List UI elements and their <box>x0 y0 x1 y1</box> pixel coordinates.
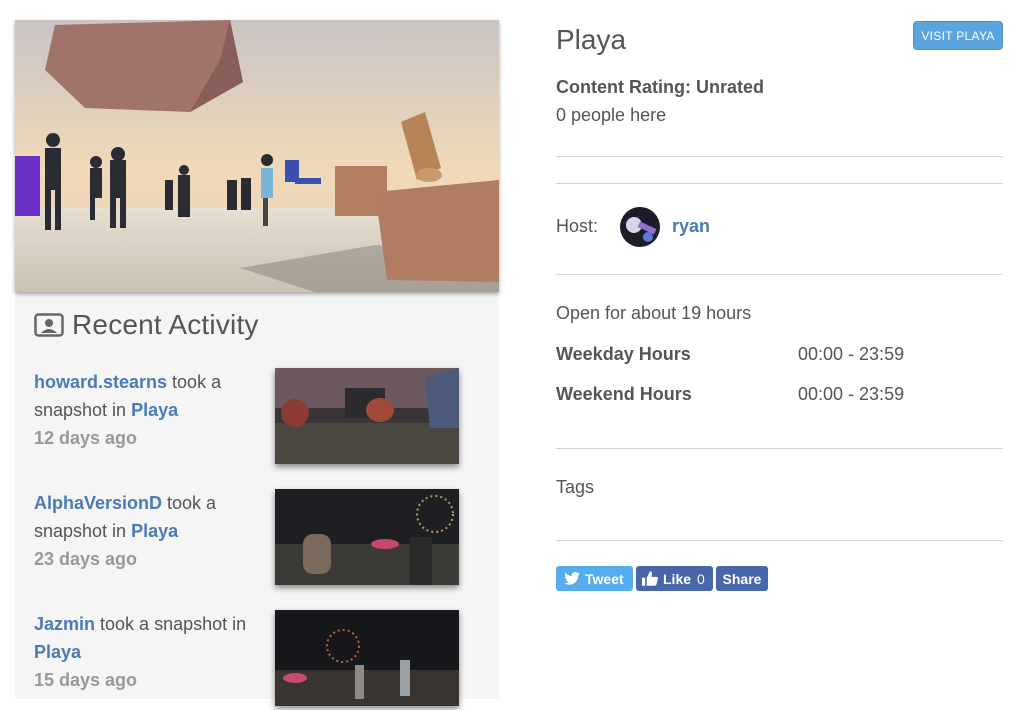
activity-time: 15 days ago <box>34 670 138 690</box>
avatar[interactable] <box>620 207 660 247</box>
activity-user-link[interactable]: AlphaVersionD <box>34 493 162 513</box>
weekday-hours-value: 00:00 - 23:59 <box>798 344 905 364</box>
activity-snapshot-thumbnail[interactable] <box>275 489 459 585</box>
divider <box>556 540 1003 541</box>
activity-time: 23 days ago <box>34 549 138 569</box>
activity-snapshot-thumbnail[interactable] <box>275 610 459 706</box>
divider <box>556 448 1003 449</box>
divider <box>556 274 1003 275</box>
visit-place-button[interactable]: VISIT PLAYA <box>913 21 1003 50</box>
divider <box>556 156 1003 157</box>
social-share-bar: Tweet Like 0 Share <box>556 566 768 591</box>
activity-user-link[interactable]: howard.stearns <box>34 372 167 392</box>
place-hero-image <box>15 20 499 292</box>
host-label: Host: <box>556 216 599 236</box>
thumbs-up-icon <box>642 571 658 586</box>
activity-item: AlphaVersionD took a snapshot in Playa 2… <box>34 489 484 589</box>
activity-item: Jazmin took a snapshot in Playa 15 days … <box>34 610 484 710</box>
facebook-share-button[interactable]: Share <box>716 566 768 591</box>
weekend-hours-label: Weekend Hours <box>556 384 692 404</box>
share-label: Share <box>722 570 762 587</box>
tweet-button[interactable]: Tweet <box>556 566 633 591</box>
twitter-bird-icon <box>564 572 580 585</box>
like-label: Like <box>663 570 692 587</box>
facebook-like-button[interactable]: Like 0 <box>636 566 713 591</box>
activity-item: howard.stearns took a snapshot in Playa … <box>34 368 484 468</box>
activity-text: AlphaVersionD took a snapshot in Playa 2… <box>34 489 259 573</box>
like-count: 0 <box>697 570 705 587</box>
activity-text: howard.stearns took a snapshot in Playa … <box>34 368 259 452</box>
activity-time: 12 days ago <box>34 428 138 448</box>
activity-user-link[interactable]: Jazmin <box>34 614 95 634</box>
activity-place-link[interactable]: Playa <box>131 400 178 420</box>
weekend-hours-value: 00:00 - 23:59 <box>798 384 905 404</box>
content-rating: Content Rating: Unrated <box>556 77 764 97</box>
activity-place-link[interactable]: Playa <box>131 521 178 541</box>
activity-action: took a snapshot in <box>95 614 247 634</box>
people-count: 0 people here <box>556 105 667 125</box>
page-title: Playa <box>556 24 627 55</box>
activity-place-link[interactable]: Playa <box>34 642 81 662</box>
recent-activity-header: Recent Activity <box>34 309 259 341</box>
recent-activity-title: Recent Activity <box>72 309 259 340</box>
divider <box>556 183 1003 184</box>
host-name-link[interactable]: ryan <box>672 216 710 237</box>
left-column: Recent Activity howard.stearns took a sn… <box>15 20 499 706</box>
tags-label: Tags <box>556 477 595 497</box>
person-card-icon <box>34 313 64 337</box>
activity-text: Jazmin took a snapshot in Playa 15 days … <box>34 610 259 694</box>
open-duration: Open for about 19 hours <box>556 303 752 323</box>
activity-snapshot-thumbnail[interactable] <box>275 368 459 464</box>
place-details: Playa VISIT PLAYA Content Rating: Unrate… <box>556 0 1004 699</box>
weekday-hours-label: Weekday Hours <box>556 344 691 364</box>
tweet-label: Tweet <box>585 570 624 587</box>
